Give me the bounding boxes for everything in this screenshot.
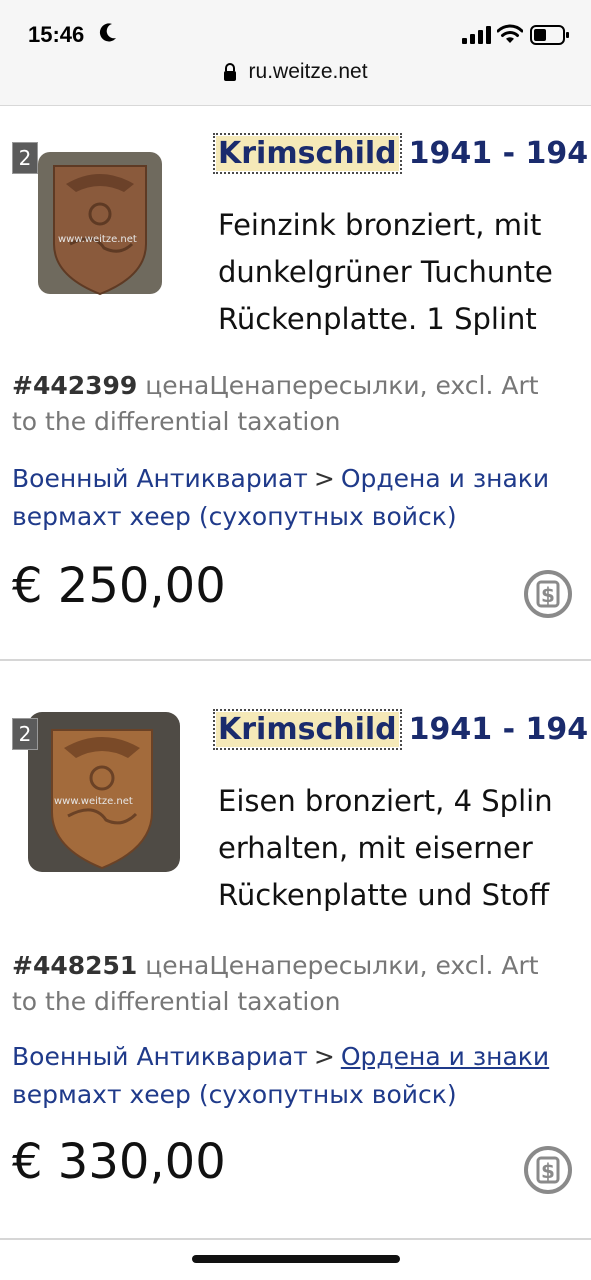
title-highlight[interactable]: Krimschild: [213, 133, 402, 174]
status-time: 15:46: [28, 22, 85, 47]
watermark-text: www.weitze.net: [58, 234, 137, 245]
watermark-text: www.weitze.net: [54, 796, 133, 807]
address-bar[interactable]: ru.weitze.net: [0, 60, 591, 94]
category-link-wehrmacht[interactable]: вермахт хеер (сухопутных войск): [12, 498, 591, 536]
url-text: ru.weitze.net: [248, 60, 368, 83]
svg-text:$: $: [541, 583, 555, 607]
category-link-military[interactable]: Военный Антиквариат: [12, 464, 308, 493]
item-description: Eisen bronziert, 4 Splin erhalten, mit e…: [218, 778, 591, 919]
desc-line: Rückenplatte und Stoff: [218, 878, 550, 912]
item-number: #448251: [12, 951, 138, 980]
category-link-military[interactable]: Военный Антиквариат: [12, 1042, 308, 1071]
item-divider: [0, 659, 591, 661]
product-thumbnail[interactable]: www.weitze.net: [24, 144, 184, 304]
currency-converter-icon[interactable]: $: [522, 568, 574, 620]
item-meta: #442399 ценаЦенапересылки, excl. Art to …: [12, 368, 591, 440]
title-highlight[interactable]: Krimschild: [213, 709, 402, 750]
category-link-orders[interactable]: Ордена и знаки: [341, 1042, 549, 1071]
title-rest[interactable]: 1941 - 194: [409, 136, 588, 171]
category-link-wehrmacht[interactable]: вермахт хеер (сухопутных войск): [12, 1076, 591, 1114]
home-indicator[interactable]: [192, 1255, 400, 1263]
list-item: www.weitze.net 2 Krimschild 1941 - 194 Ei…: [0, 662, 591, 1240]
item-divider: [0, 1238, 591, 1240]
desc-line: Feinzink bronziert, mit: [218, 208, 542, 242]
category-link-orders[interactable]: Ордена и знаки: [341, 464, 549, 493]
item-meta: #448251 ценаЦенапересылки, excl. Art to …: [12, 948, 591, 1020]
item-number: #442399: [12, 371, 138, 400]
desc-line: dunkelgrüner Tuchunte: [218, 255, 553, 289]
meta-text: ценаЦенапересылки, excl. Art: [137, 371, 539, 400]
breadcrumb-separator: >: [313, 1042, 335, 1071]
item-description: Feinzink bronziert, mit dunkelgrüner Tuc…: [218, 202, 591, 343]
list-item: www.weitze.net 2 Krimschild 1941 - 194 Fe…: [0, 106, 591, 660]
lock-icon: [224, 63, 237, 81]
desc-line: erhalten, mit eiserner: [218, 831, 533, 865]
image-count-badge: 2: [12, 718, 38, 750]
title-rest[interactable]: 1941 - 194: [409, 712, 588, 747]
breadcrumb: Военный Антиквариат > Ордена и знаки верма…: [12, 1038, 591, 1114]
meta-line2: to the differential taxation: [12, 407, 341, 436]
browser-header: 15:46 ru.weitze.net: [0, 0, 591, 106]
desc-line: Eisen bronziert, 4 Splin: [218, 784, 553, 818]
battery-icon: [530, 25, 569, 45]
meta-line2: to the differential taxation: [12, 987, 341, 1016]
item-price: € 250,00: [12, 558, 226, 614]
item-price: € 330,00: [12, 1134, 226, 1190]
moon-icon: [99, 23, 116, 42]
item-title[interactable]: Krimschild 1941 - 194: [213, 709, 588, 750]
cellular-signal-icon: [462, 26, 491, 44]
product-thumbnail[interactable]: www.weitze.net: [24, 712, 184, 872]
currency-converter-icon[interactable]: $: [522, 1144, 574, 1196]
item-title[interactable]: Krimschild 1941 - 194: [213, 133, 588, 174]
desc-line: Rückenplatte. 1 Splint: [218, 302, 537, 336]
svg-text:$: $: [541, 1159, 555, 1183]
breadcrumb: Военный Антиквариат > Ордена и знаки верма…: [12, 460, 591, 536]
meta-text: ценаЦенапересылки, excl. Art: [137, 951, 539, 980]
wifi-icon: [497, 24, 523, 43]
image-count-badge: 2: [12, 142, 38, 174]
breadcrumb-separator: >: [313, 464, 335, 493]
